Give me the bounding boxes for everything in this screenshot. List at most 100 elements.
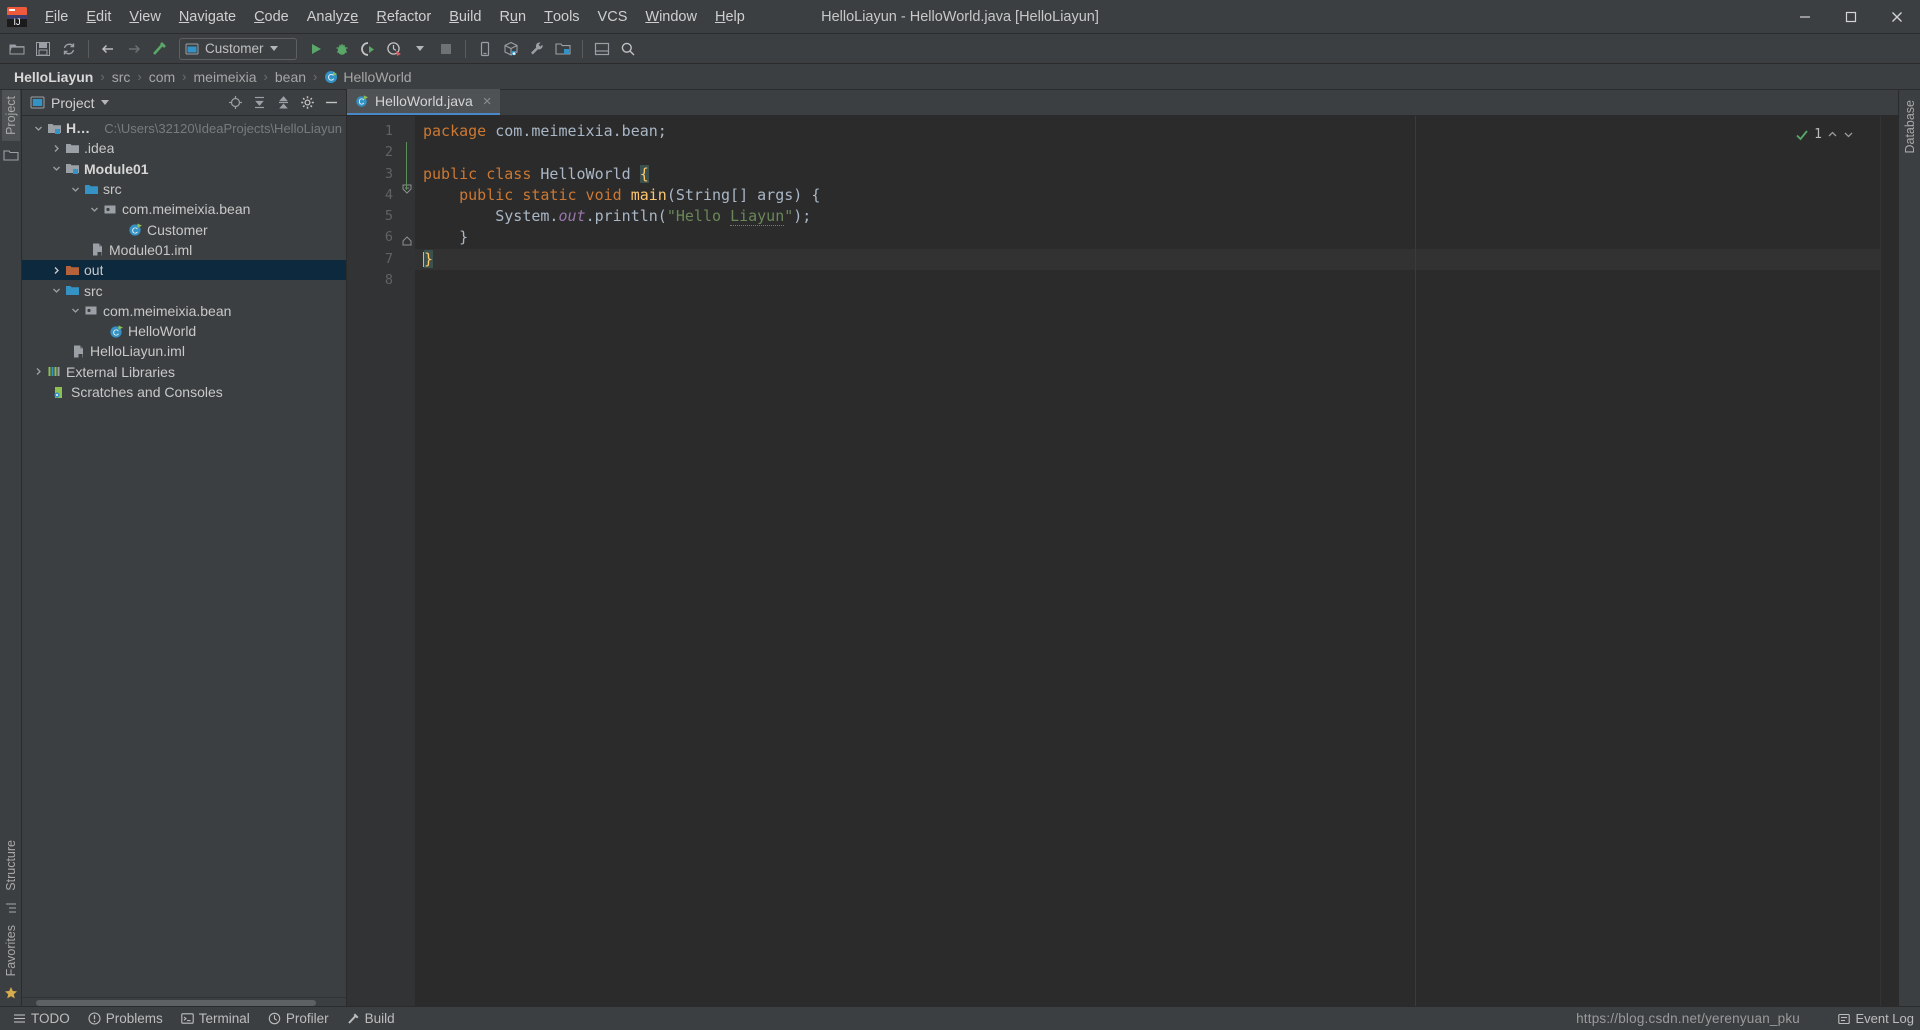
menu-item-window[interactable]: Window xyxy=(636,0,706,33)
close-button[interactable] xyxy=(1874,0,1920,33)
device-manager-icon[interactable] xyxy=(472,36,498,62)
menu-item-code[interactable]: Code xyxy=(245,0,298,33)
sidebar-item-database[interactable]: Database xyxy=(1901,94,1919,160)
layout-icon[interactable] xyxy=(589,36,615,62)
code-editor[interactable]: 1 2 3 4 5 6 7 8 xyxy=(347,116,1898,1006)
project-tree[interactable]: HelloLiayun C:\Users\32120\IdeaProjects\… xyxy=(22,116,346,997)
collapse-all-icon[interactable] xyxy=(248,92,270,114)
editor-fold-column[interactable] xyxy=(399,116,415,1006)
tree-row-module01[interactable]: Module01 xyxy=(22,159,346,179)
breadcrumb-item-3[interactable]: meimeixia xyxy=(190,69,261,85)
tree-row-helloliayun-iml[interactable]: HelloLiayun.iml xyxy=(22,341,346,361)
search-everywhere-icon[interactable] xyxy=(615,36,641,62)
menu-item-vcs[interactable]: VCS xyxy=(589,0,637,33)
sidebar-item-project[interactable]: Project xyxy=(2,90,20,141)
chevron-up-icon[interactable] xyxy=(1827,129,1838,140)
inspection-ok-icon xyxy=(1795,128,1809,142)
breadcrumb-item-0[interactable]: HelloLiayun xyxy=(10,69,97,85)
stop-square-icon[interactable] xyxy=(433,36,459,62)
menu-item-view[interactable]: View xyxy=(120,0,169,33)
editor-marker-bar[interactable] xyxy=(1880,116,1898,1006)
chevron-down-icon[interactable] xyxy=(69,185,82,194)
sync-icon[interactable] xyxy=(56,36,82,62)
inspection-count: 1 xyxy=(1814,124,1822,145)
chevron-down-icon[interactable] xyxy=(32,124,45,133)
chevron-down-icon-panel[interactable] xyxy=(101,100,109,105)
status-button-terminal[interactable]: Terminal xyxy=(172,1007,259,1030)
chevron-right-icon[interactable] xyxy=(32,367,45,376)
menu-item-build[interactable]: Build xyxy=(440,0,490,33)
menu-item-edit[interactable]: Edit xyxy=(77,0,120,33)
menu-item-run[interactable]: Run xyxy=(490,0,535,33)
chevron-down-icon[interactable] xyxy=(1843,129,1854,140)
breadcrumb-item-2[interactable]: com xyxy=(145,69,179,85)
editor-tab-helloworld[interactable]: C HelloWorld.java × xyxy=(347,89,500,115)
tree-row-scratches[interactable]: Scratches and Consoles xyxy=(22,382,346,402)
code-content[interactable]: package com.meimeixia.bean; public class… xyxy=(415,116,1880,1006)
chevron-down-icon[interactable] xyxy=(50,164,63,173)
chevron-right-icon[interactable] xyxy=(50,144,63,153)
tree-row-customer[interactable]: C Customer xyxy=(22,219,346,239)
tree-row-src-package[interactable]: com.meimeixia.bean xyxy=(22,301,346,321)
status-button-build[interactable]: Build xyxy=(338,1007,404,1030)
chevron-down-icon-profile[interactable] xyxy=(407,36,433,62)
settings-gear-icon[interactable] xyxy=(296,92,318,114)
tree-row-helloliayun[interactable]: HelloLiayun C:\Users\32120\IdeaProjects\… xyxy=(22,118,346,138)
status-button-profiler[interactable]: Profiler xyxy=(259,1007,338,1030)
debug-bug-icon[interactable] xyxy=(329,36,355,62)
tree-row-idea[interactable]: .idea xyxy=(22,138,346,158)
menu-item-refactor[interactable]: Refactor xyxy=(367,0,440,33)
chevron-down-icon[interactable] xyxy=(50,286,63,295)
sidebar-item-structure[interactable]: Structure xyxy=(2,834,20,897)
menu-item-file[interactable]: File xyxy=(36,0,77,33)
arrow-right-icon[interactable] xyxy=(121,36,147,62)
project-structure-icon[interactable] xyxy=(550,36,576,62)
fold-expand-icon[interactable] xyxy=(402,236,412,246)
tree-row-module01-iml[interactable]: Module01.iml xyxy=(22,240,346,260)
build-icon xyxy=(347,1012,360,1025)
event-log-button[interactable]: Event Log xyxy=(1838,1011,1914,1026)
maximize-button[interactable] xyxy=(1828,0,1874,33)
chevron-right-icon[interactable] xyxy=(50,266,63,275)
tree-row-out[interactable]: out xyxy=(22,260,346,280)
breadcrumb-item-5[interactable]: C HelloWorld xyxy=(320,69,415,85)
module-folder-icon xyxy=(63,161,81,176)
tree-row-module01-src[interactable]: src xyxy=(22,179,346,199)
tree-row-src[interactable]: src xyxy=(22,280,346,300)
fold-collapse-icon[interactable] xyxy=(402,184,412,194)
profiler-clock-icon[interactable] xyxy=(381,36,407,62)
wrench-icon[interactable] xyxy=(524,36,550,62)
run-configuration-selector[interactable]: Customer xyxy=(179,38,297,60)
chevron-down-icon[interactable] xyxy=(88,205,101,214)
status-button-todo[interactable]: TODO xyxy=(4,1007,79,1030)
tree-row-helloworld[interactable]: C HelloWorld xyxy=(22,321,346,341)
project-panel-title: Project xyxy=(51,95,95,111)
scroll-from-source-icon[interactable] xyxy=(224,92,246,114)
close-icon[interactable]: × xyxy=(483,93,492,110)
expand-all-icon[interactable] xyxy=(272,92,294,114)
run-play-icon[interactable] xyxy=(303,36,329,62)
build-hammer-icon[interactable] xyxy=(147,36,173,62)
sdk-package-icon[interactable] xyxy=(498,36,524,62)
arrow-left-icon[interactable] xyxy=(95,36,121,62)
run-with-coverage-icon[interactable] xyxy=(355,36,381,62)
editor-gutter[interactable]: 1 2 3 4 5 6 7 8 xyxy=(347,116,399,1006)
open-folder-icon[interactable] xyxy=(4,36,30,62)
chevron-down-icon[interactable] xyxy=(270,46,278,51)
chevron-down-icon[interactable] xyxy=(69,306,82,315)
tree-row-module01-package[interactable]: com.meimeixia.bean xyxy=(22,199,346,219)
sidebar-item-favorites[interactable]: Favorites xyxy=(2,919,20,982)
tree-row-external-libraries[interactable]: External Libraries xyxy=(22,362,346,382)
minimize-button[interactable] xyxy=(1782,0,1828,33)
inspection-widget[interactable]: 1 xyxy=(1795,124,1854,145)
menu-item-analyze[interactable]: Analyze xyxy=(298,0,368,33)
menu-item-tools[interactable]: Tools xyxy=(535,0,588,33)
menu-item-help[interactable]: Help xyxy=(706,0,754,33)
status-button-problems[interactable]: Problems xyxy=(79,1007,172,1030)
project-tree-horizontal-scrollbar[interactable] xyxy=(22,997,346,1006)
menu-item-navigate[interactable]: Navigate xyxy=(170,0,245,33)
save-icon[interactable] xyxy=(30,36,56,62)
hide-panel-icon[interactable] xyxy=(320,92,342,114)
breadcrumb-item-1[interactable]: src xyxy=(108,69,135,85)
breadcrumb-item-4[interactable]: bean xyxy=(271,69,310,85)
